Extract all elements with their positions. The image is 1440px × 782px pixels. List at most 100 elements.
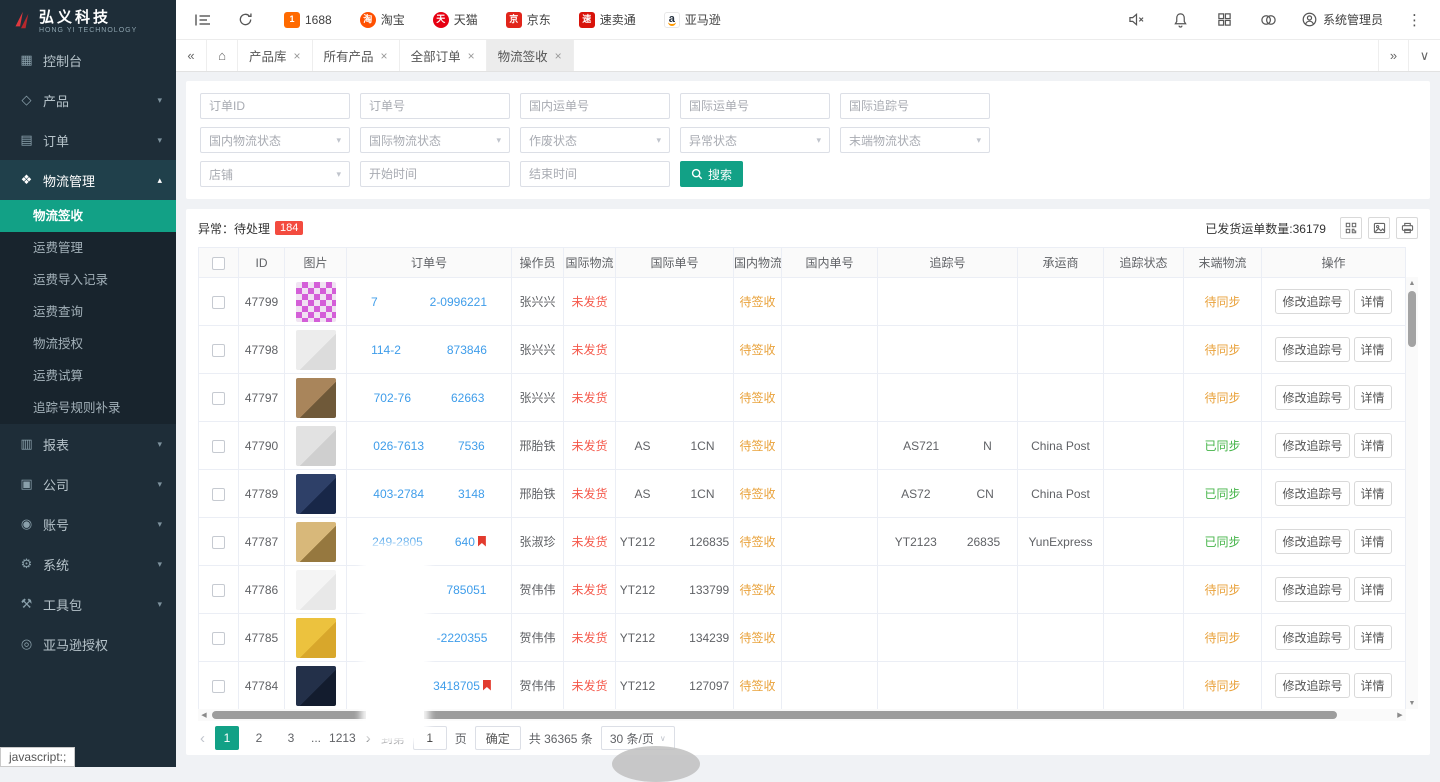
tabs-scroll-right-icon[interactable]: » [1378, 40, 1409, 71]
detail-button[interactable]: 详情 [1354, 289, 1392, 314]
pending-count-badge[interactable]: 184 [275, 221, 303, 235]
order-no-link[interactable]: 408-2220355 [371, 631, 488, 645]
page-button-1213[interactable]: 1213 [329, 726, 356, 750]
platform-link-taobao[interactable]: 淘淘宝 [360, 11, 405, 28]
platform-link-1688[interactable]: 11688 [284, 12, 332, 28]
platform-link-tmall[interactable]: 天天猫 [433, 11, 478, 28]
start-time-input[interactable] [360, 161, 510, 187]
detail-button[interactable]: 详情 [1354, 577, 1392, 602]
row-checkbox[interactable] [212, 632, 225, 645]
user-menu[interactable]: 系统管理员 [1302, 11, 1383, 28]
row-checkbox[interactable] [212, 344, 225, 357]
edit-tracking-button[interactable]: 修改追踪号 [1275, 289, 1349, 314]
close-icon[interactable]: × [555, 49, 562, 63]
order-no-link[interactable]: 026-76137536 [373, 439, 484, 453]
sidebar-item-accounts[interactable]: ◉账号▾ [0, 504, 176, 544]
linked-circles-icon[interactable] [1258, 9, 1280, 31]
order-no-link[interactable]: 408-3418705 [367, 679, 491, 693]
qr-code-icon[interactable] [1340, 217, 1362, 239]
edit-tracking-button[interactable]: 修改追踪号 [1275, 577, 1349, 602]
endpoint-logistics-status-select[interactable]: 末端物流状态▾ [840, 127, 990, 153]
tab-all-orders[interactable]: 全部订单× [400, 40, 487, 71]
bell-icon[interactable] [1170, 9, 1192, 31]
search-button[interactable]: 搜索 [680, 161, 743, 187]
page-button-2[interactable]: 2 [247, 726, 271, 750]
sidebar-item-toolkit[interactable]: ⚒工具包▾ [0, 584, 176, 624]
intl-logistics-status-select[interactable]: 国际物流状态▾ [360, 127, 510, 153]
void-status-select[interactable]: 作废状态▾ [520, 127, 670, 153]
close-icon[interactable]: × [294, 49, 301, 63]
sidebar-item-orders[interactable]: ▤订单▾ [0, 120, 176, 160]
edit-tracking-button[interactable]: 修改追踪号 [1275, 529, 1349, 554]
tab-product-library[interactable]: 产品库× [238, 40, 313, 71]
sidebar-item-freight-query[interactable]: 运费查询 [0, 296, 176, 328]
order-no-link[interactable]: 249-2805640 [372, 535, 486, 549]
home-tab-icon[interactable]: ⌂ [207, 40, 238, 71]
vertical-scrollbar[interactable]: ▲ ▼ [1406, 277, 1418, 709]
goto-confirm-button[interactable]: 确定 [475, 726, 521, 750]
row-checkbox[interactable] [212, 296, 225, 309]
edit-tracking-button[interactable]: 修改追踪号 [1275, 385, 1349, 410]
row-checkbox[interactable] [212, 680, 225, 693]
scroll-up-icon[interactable]: ▲ [1406, 277, 1418, 289]
order-no-link[interactable]: 72-0996221 [371, 295, 487, 309]
vertical-scroll-thumb[interactable] [1408, 291, 1416, 347]
next-page-button[interactable]: › [364, 730, 373, 747]
intl-tracking-no-input[interactable] [840, 93, 990, 119]
sidebar-item-products[interactable]: ◇产品▾ [0, 80, 176, 120]
scroll-right-icon[interactable]: ▶ [1394, 709, 1406, 721]
export-image-icon[interactable] [1368, 217, 1390, 239]
edit-tracking-button[interactable]: 修改追踪号 [1275, 481, 1349, 506]
tab-all-products[interactable]: 所有产品× [313, 40, 400, 71]
collapse-menu-icon[interactable] [192, 9, 214, 31]
order-no-link[interactable]: 702-7662663 [374, 391, 485, 405]
sidebar-item-console[interactable]: ▦控制台 [0, 40, 176, 80]
detail-button[interactable]: 详情 [1354, 433, 1392, 458]
row-checkbox[interactable] [212, 488, 225, 501]
order-no-link[interactable]: 111-1785051 [372, 583, 487, 597]
edit-tracking-button[interactable]: 修改追踪号 [1275, 433, 1349, 458]
domestic-logistics-status-select[interactable]: 国内物流状态▾ [200, 127, 350, 153]
edit-tracking-button[interactable]: 修改追踪号 [1275, 673, 1349, 698]
goto-page-input[interactable] [413, 726, 447, 750]
page-size-select[interactable]: 30 条/页∨ [601, 726, 675, 750]
sidebar-item-company[interactable]: ▣公司▾ [0, 464, 176, 504]
tab-logistics-sign[interactable]: 物流签收× [487, 40, 574, 71]
sidebar-item-system[interactable]: ⚙系统▾ [0, 544, 176, 584]
edit-tracking-button[interactable]: 修改追踪号 [1275, 337, 1349, 362]
refresh-icon[interactable] [234, 9, 256, 31]
horizontal-scrollbar[interactable]: ◀ ▶ [198, 709, 1406, 721]
sidebar-item-reports[interactable]: ▥报表▾ [0, 424, 176, 464]
row-checkbox[interactable] [212, 536, 225, 549]
detail-button[interactable]: 详情 [1354, 529, 1392, 554]
apps-grid-icon[interactable] [1214, 9, 1236, 31]
sidebar-item-logistics-auth[interactable]: 物流授权 [0, 328, 176, 360]
exception-status-select[interactable]: 异常状态▾ [680, 127, 830, 153]
domestic-waybill-no-input[interactable] [520, 93, 670, 119]
intl-waybill-no-input[interactable] [680, 93, 830, 119]
kebab-menu-icon[interactable]: ⋮ [1405, 11, 1424, 29]
row-checkbox[interactable] [212, 440, 225, 453]
order-no-link[interactable]: 114-2873846 [371, 343, 487, 357]
sidebar-item-logistics-sign[interactable]: 物流签收 [0, 200, 176, 232]
prev-page-button[interactable]: ‹ [198, 730, 207, 747]
tabs-scroll-left-icon[interactable]: « [176, 40, 207, 71]
close-icon[interactable]: × [468, 49, 475, 63]
sidebar-item-logistics[interactable]: ❖物流管理▴ [0, 160, 176, 200]
order-no-link[interactable]: 403-27843148 [373, 487, 484, 501]
horizontal-scroll-thumb[interactable] [212, 711, 1337, 719]
tabs-dropdown-icon[interactable]: ∨ [1409, 40, 1440, 71]
page-button-1[interactable]: 1 [215, 726, 239, 750]
speaker-muted-icon[interactable] [1126, 9, 1148, 31]
detail-button[interactable]: 详情 [1354, 673, 1392, 698]
sidebar-item-freight-manage[interactable]: 运费管理 [0, 232, 176, 264]
platform-link-aliexpress[interactable]: 速速卖通 [579, 11, 636, 28]
page-button-3[interactable]: 3 [279, 726, 303, 750]
order-no-input[interactable] [360, 93, 510, 119]
sidebar-item-freight-import-log[interactable]: 运费导入记录 [0, 264, 176, 296]
horizontal-scroll-track[interactable] [210, 709, 1394, 721]
row-checkbox[interactable] [212, 584, 225, 597]
sidebar-item-freight-trial[interactable]: 运费试算 [0, 360, 176, 392]
detail-button[interactable]: 详情 [1354, 337, 1392, 362]
close-icon[interactable]: × [381, 49, 388, 63]
